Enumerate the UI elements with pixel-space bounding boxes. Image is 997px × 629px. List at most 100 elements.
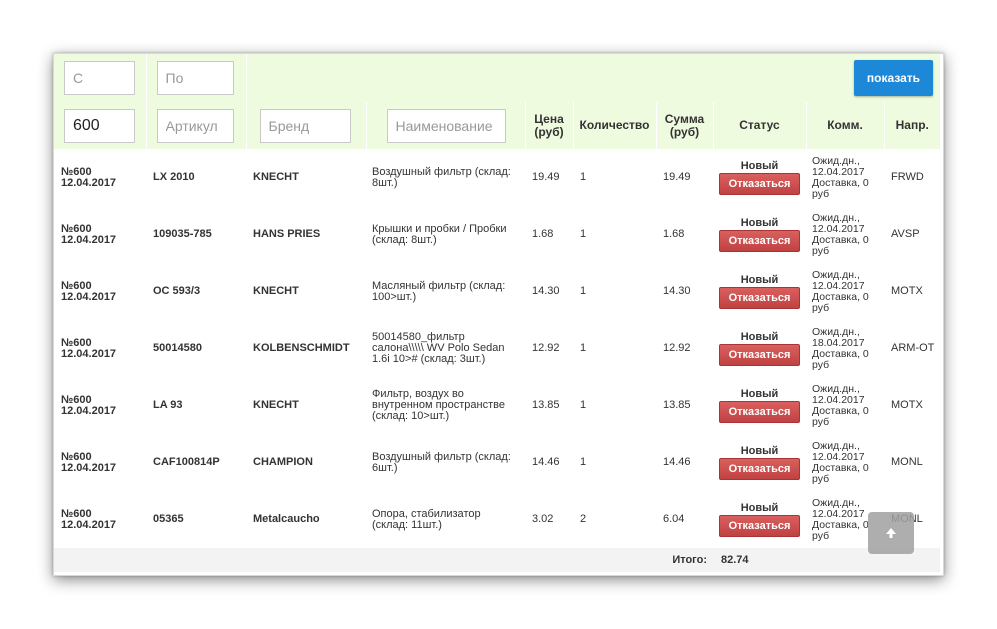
price-column-header: Цена (руб) [525, 102, 574, 149]
order-date: 12.04.2017 [61, 233, 117, 246]
status-badge: Новый [740, 330, 779, 343]
total-row: Итого: 82.74 [54, 548, 940, 572]
status-cell: Новый Отказаться [713, 149, 806, 206]
scroll-to-top-button[interactable] [868, 512, 914, 554]
status-cell: Новый Отказаться [713, 377, 806, 434]
order-date: 12.04.2017 [61, 176, 117, 189]
name-cell: Воздушный фильтр (склад: 6шт.) [372, 450, 511, 474]
qty-cell: 1 [580, 171, 587, 183]
sum-cell: 1.68 [663, 228, 685, 240]
article-cell: LX 2010 [153, 171, 195, 183]
comment-cell: Ожид.дн., 12.04.2017 Доставка, 0 руб [812, 154, 869, 200]
arrow-up-icon [886, 528, 896, 538]
direction-column-header: Напр. [884, 102, 940, 149]
price-cell: 14.30 [532, 285, 560, 297]
price-cell: 12.92 [532, 342, 560, 354]
table-row: №600 12.04.2017 109035-785 HANS PRIES Кр… [54, 206, 940, 263]
status-cell: Новый Отказаться [713, 320, 806, 377]
price-cell: 14.46 [532, 456, 560, 468]
sum-cell: 12.92 [663, 342, 691, 354]
order-cell: №600 12.04.2017 [54, 434, 146, 491]
comment-cell: Ожид.дн., 18.04.2017 Доставка, 0 руб [812, 325, 869, 371]
date-to-input[interactable] [156, 61, 234, 95]
cancel-order-button[interactable]: Отказаться [719, 343, 800, 366]
status-badge: Новый [740, 216, 779, 229]
qty-cell: 1 [580, 399, 587, 411]
cancel-order-button[interactable]: Отказаться [719, 514, 800, 537]
cancel-order-button[interactable]: Отказаться [719, 172, 800, 195]
date-from-input[interactable] [64, 61, 135, 95]
direction-cell: MOTX [891, 285, 923, 297]
price-cell: 19.49 [532, 171, 560, 183]
order-cell: №600 12.04.2017 [54, 320, 146, 377]
sum-cell: 14.46 [663, 456, 691, 468]
qty-cell: 1 [580, 285, 587, 297]
comment-cell: Ожид.дн., 12.04.2017 Доставка, 0 руб [812, 382, 869, 428]
status-badge: Новый [740, 501, 779, 514]
qty-cell: 1 [580, 228, 587, 240]
brand-cell: HANS PRIES [253, 228, 321, 240]
cancel-order-button[interactable]: Отказаться [719, 400, 800, 423]
status-cell: Новый Отказаться [713, 491, 806, 548]
order-cell: №600 12.04.2017 [54, 377, 146, 434]
comment-cell: Ожид.дн., 12.04.2017 Доставка, 0 руб [812, 439, 869, 485]
price-cell: 3.02 [532, 513, 554, 525]
comment-column-header: Комм. [806, 102, 885, 149]
price-cell: 13.85 [532, 399, 560, 411]
filter-row-dates: показать [54, 54, 940, 102]
order-date: 12.04.2017 [61, 518, 117, 531]
table-row: №600 12.04.2017 LA 93 KNECHT Фильтр, воз… [54, 377, 940, 434]
order-cell: №600 12.04.2017 [54, 206, 146, 263]
cancel-order-button[interactable]: Отказаться [719, 229, 800, 252]
direction-cell: MOTX [891, 399, 923, 411]
order-date: 12.04.2017 [61, 347, 117, 360]
order-number-input[interactable] [64, 108, 135, 143]
qty-cell: 1 [580, 456, 587, 468]
brand-cell: KOLBENSCHMIDT [253, 342, 350, 354]
article-cell: OC 593/3 [153, 285, 201, 297]
cancel-order-button[interactable]: Отказаться [719, 457, 800, 480]
orders-table: показать Цена (руб) Количество Сумма (ру… [54, 54, 940, 572]
brand-cell: CHAMPION [253, 456, 313, 468]
sum-cell: 13.85 [663, 399, 691, 411]
article-cell: 50014580 [153, 342, 202, 354]
orders-body: №600 12.04.2017 LX 2010 KNECHT Воздушный… [54, 149, 940, 548]
order-number: №600 [61, 279, 92, 292]
brand-cell: KNECHT [253, 285, 299, 297]
order-number: №600 [61, 336, 92, 349]
status-cell: Новый Отказаться [713, 434, 806, 491]
total-label: Итого: [656, 548, 713, 572]
status-badge: Новый [740, 273, 779, 286]
order-date: 12.04.2017 [61, 461, 117, 474]
table-row: №600 12.04.2017 CAF100814P CHAMPION Возд… [54, 434, 940, 491]
price-cell: 1.68 [532, 228, 554, 240]
qty-cell: 2 [580, 513, 587, 525]
status-badge: Новый [740, 387, 779, 400]
status-column-header: Статус [713, 102, 807, 149]
status-badge: Новый [740, 159, 779, 172]
qty-cell: 1 [580, 342, 587, 354]
order-cell: №600 12.04.2017 [54, 491, 146, 548]
brand-cell: KNECHT [253, 171, 299, 183]
order-date: 12.04.2017 [61, 404, 117, 417]
brand-input[interactable] [259, 108, 351, 143]
brand-cell: Metalcaucho [253, 513, 320, 525]
table-row: №600 12.04.2017 50014580 KOLBENSCHMIDT 5… [54, 320, 940, 377]
name-input[interactable] [386, 108, 506, 143]
name-cell: Воздушный фильтр (склад: 8шт.) [372, 165, 511, 189]
direction-cell: MONL [891, 456, 923, 468]
status-badge: Новый [740, 444, 779, 457]
order-number: №600 [61, 450, 92, 463]
direction-cell: AVSP [891, 228, 920, 240]
article-input[interactable] [156, 108, 234, 143]
order-number: №600 [61, 222, 92, 235]
name-cell: Крышки и пробки / Пробки (склад: 8шт.) [372, 222, 507, 246]
order-number: №600 [61, 507, 92, 520]
status-cell: Новый Отказаться [713, 206, 806, 263]
sum-cell: 6.04 [663, 513, 685, 525]
show-button[interactable]: показать [854, 60, 933, 96]
comment-cell: Ожид.дн., 12.04.2017 Доставка, 0 руб [812, 268, 869, 314]
table-row: №600 12.04.2017 OC 593/3 KNECHT Масляный… [54, 263, 940, 320]
cancel-order-button[interactable]: Отказаться [719, 286, 800, 309]
table-row: №600 12.04.2017 05365 Metalcaucho Опора,… [54, 491, 940, 548]
